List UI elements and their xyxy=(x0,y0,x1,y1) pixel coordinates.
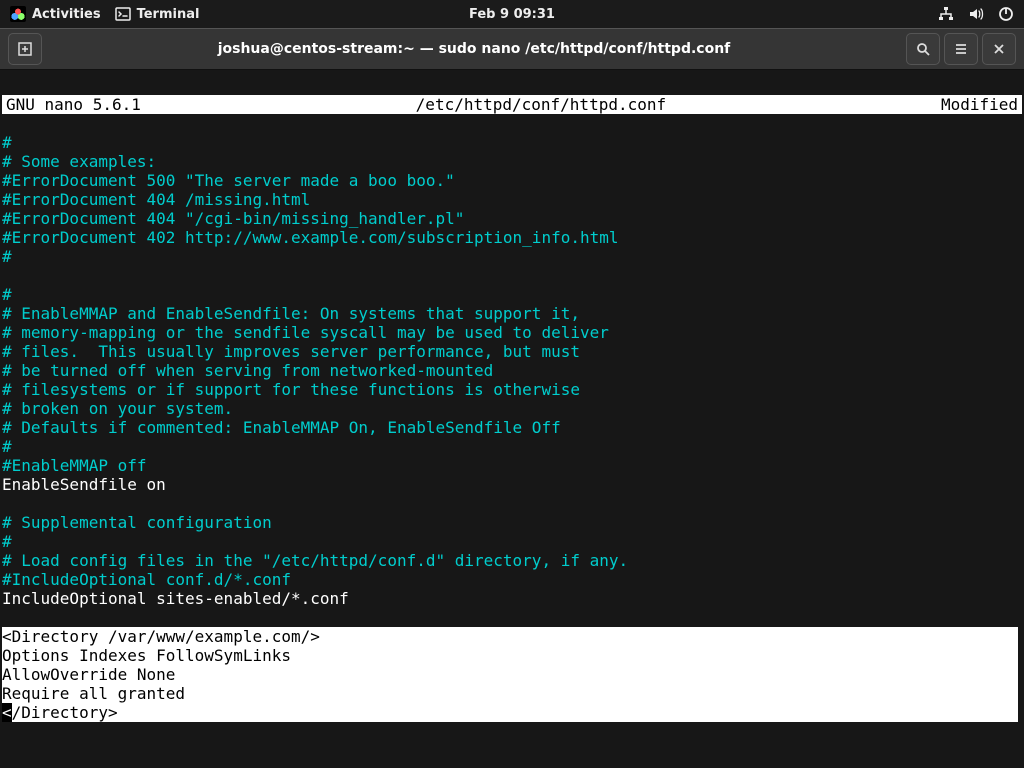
nano-version: GNU nano 5.6.1 xyxy=(6,95,141,114)
volume-icon[interactable] xyxy=(968,6,984,22)
editor-line: # filesystems or if support for these fu… xyxy=(2,380,580,399)
window-title: joshua@centos-stream:~ — sudo nano /etc/… xyxy=(42,41,906,57)
editor-line: #ErrorDocument 404 /missing.html xyxy=(2,190,310,209)
editor-line: #EnableMMAP off xyxy=(2,456,147,475)
editor-line: # xyxy=(2,285,12,304)
nano-filepath: /etc/httpd/conf/httpd.conf xyxy=(416,95,666,114)
editor-line: # files. This usually improves server pe… xyxy=(2,342,580,361)
editor-selection-line: <Directory /var/www/example.com/> xyxy=(2,627,1018,646)
editor-line: IncludeOptional sites-enabled/*.conf xyxy=(2,589,349,608)
editor-text: /Directory> xyxy=(12,703,118,722)
hamburger-icon xyxy=(953,41,969,57)
editor-line: #IncludeOptional conf.d/*.conf xyxy=(2,570,291,589)
cursor: < xyxy=(2,703,12,722)
nano-header: GNU nano 5.6.1/etc/httpd/conf/httpd.conf… xyxy=(2,95,1022,114)
editor-line: # Defaults if commented: EnableMMAP On, … xyxy=(2,418,561,437)
terminal-text[interactable]: GNU nano 5.6.1/etc/httpd/conf/httpd.conf… xyxy=(0,76,1024,768)
gnome-activities-icon xyxy=(10,6,26,22)
search-button[interactable] xyxy=(906,33,940,65)
app-menu-terminal[interactable]: Terminal xyxy=(115,6,200,22)
editor-selection-line: Require all granted xyxy=(2,684,1018,703)
close-icon xyxy=(991,41,1007,57)
editor-line: # xyxy=(2,247,12,266)
editor-line: # Some examples: xyxy=(2,152,156,171)
editor-line: EnableSendfile on xyxy=(2,475,166,494)
editor-line: # EnableMMAP and EnableSendfile: On syst… xyxy=(2,304,580,323)
editor-selection-line: Options Indexes FollowSymLinks xyxy=(2,646,1018,665)
menu-button[interactable] xyxy=(944,33,978,65)
editor-line: # be turned off when serving from networ… xyxy=(2,361,493,380)
editor-line: #ErrorDocument 402 http://www.example.co… xyxy=(2,228,619,247)
nano-shortcuts: ^GHelp^OWrite Out^WWhere Is^KCut^TExecut… xyxy=(2,760,1022,768)
clock[interactable]: Feb 9 09:31 xyxy=(469,7,555,22)
activities-label: Activities xyxy=(32,7,101,22)
terminal-viewport[interactable]: GNU nano 5.6.1/etc/httpd/conf/httpd.conf… xyxy=(0,70,1024,768)
editor-line: # xyxy=(2,133,12,152)
editor-line: #ErrorDocument 500 "The server made a bo… xyxy=(2,171,455,190)
window-titlebar: joshua@centos-stream:~ — sudo nano /etc/… xyxy=(0,28,1024,70)
editor-line: #ErrorDocument 404 "/cgi-bin/missing_han… xyxy=(2,209,464,228)
close-button[interactable] xyxy=(982,33,1016,65)
editor-line: # broken on your system. xyxy=(2,399,233,418)
editor-line: # memory-mapping or the sendfile syscall… xyxy=(2,323,609,342)
editor-selection-line: </Directory> xyxy=(2,703,1018,722)
activities-button[interactable]: Activities xyxy=(10,6,101,22)
terminal-icon xyxy=(115,6,131,22)
editor-selection-line: AllowOverride None xyxy=(2,665,1018,684)
search-icon xyxy=(915,41,931,57)
editor-line: # xyxy=(2,532,12,551)
editor-line: # Supplemental configuration xyxy=(2,513,272,532)
nano-status: Modified xyxy=(941,95,1018,114)
gnome-topbar: Activities Terminal Feb 9 09:31 xyxy=(0,0,1024,28)
app-menu-label: Terminal xyxy=(137,7,200,22)
new-tab-icon xyxy=(17,41,33,57)
power-icon[interactable] xyxy=(998,6,1014,22)
network-wired-icon[interactable] xyxy=(938,6,954,22)
editor-line: # xyxy=(2,437,12,456)
editor-line: # Load config files in the "/etc/httpd/c… xyxy=(2,551,628,570)
new-tab-button[interactable] xyxy=(8,33,42,65)
